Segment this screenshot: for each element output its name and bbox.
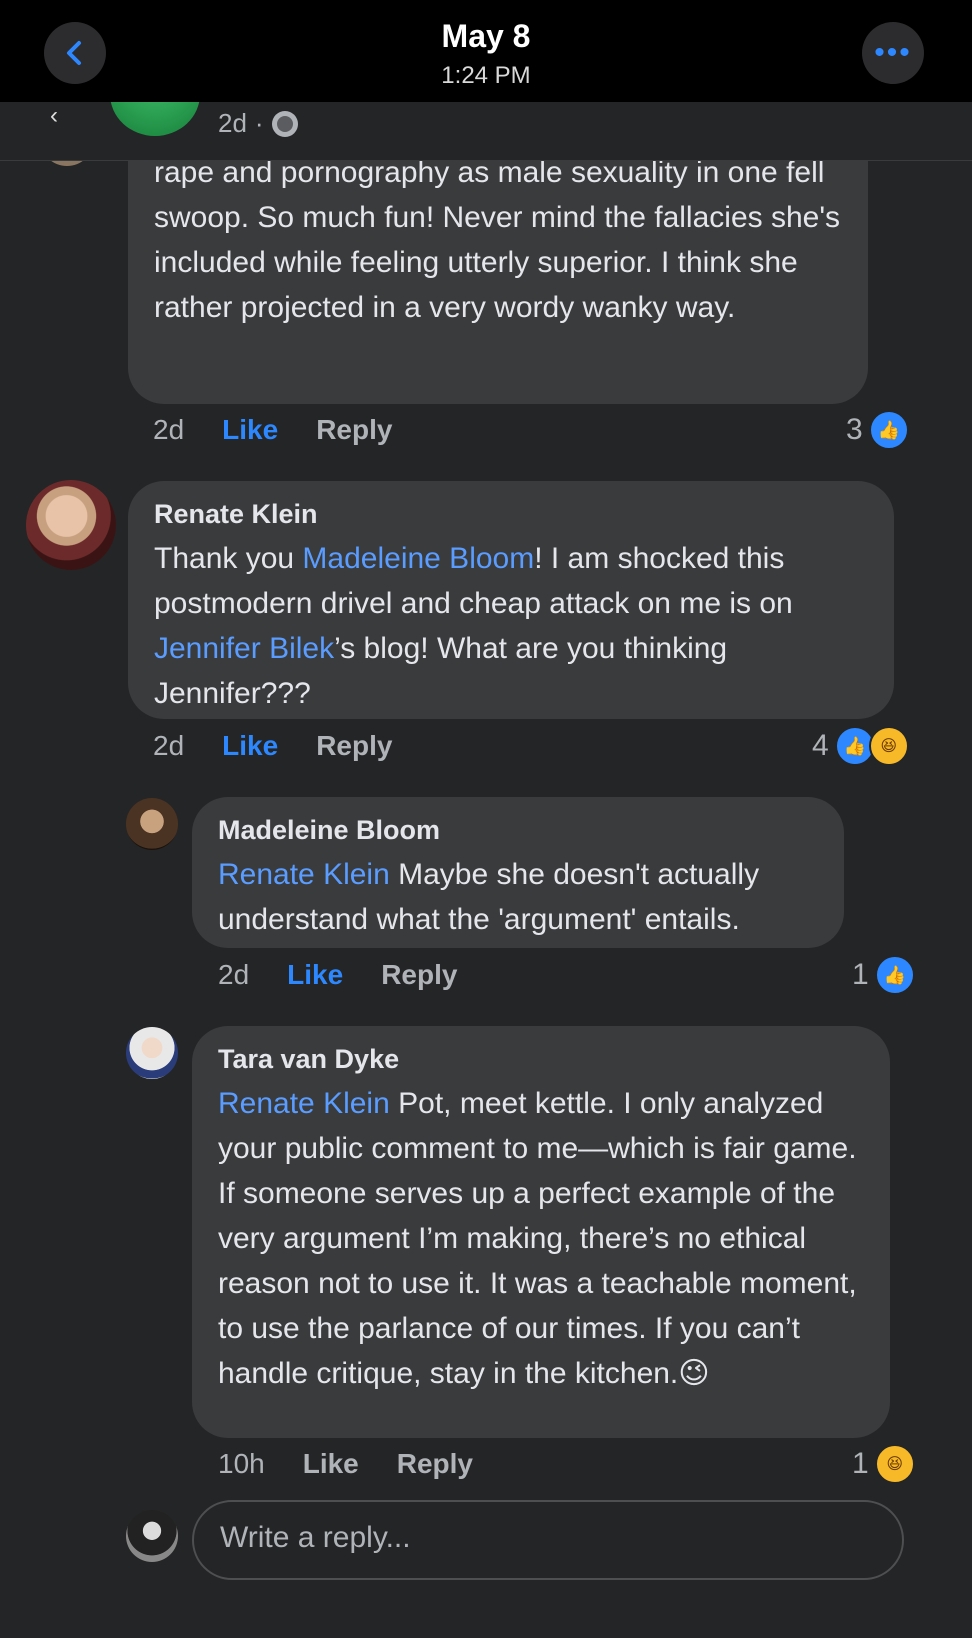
mention-link[interactable]: Renate Klein (218, 1087, 390, 1120)
reaction-summary[interactable]: 1 👍 (852, 955, 915, 995)
wink-emoji: 😉 (678, 1357, 710, 1390)
comment-author[interactable]: Renate Klein (154, 499, 868, 530)
like-button[interactable]: Like (222, 414, 278, 446)
reply-button[interactable]: Reply (397, 1448, 473, 1480)
avatar[interactable] (126, 798, 178, 850)
header-time: 1:24 PM (441, 62, 531, 89)
comment-actions: 2d Like Reply (153, 414, 430, 446)
like-button[interactable]: Like (222, 730, 278, 762)
comment-text: rape and pornography as male sexuality i… (154, 156, 841, 324)
comment-age: 2d (218, 959, 250, 990)
mention-link[interactable]: Renate Klein (218, 858, 390, 891)
avatar[interactable] (126, 1027, 178, 1079)
comment-bubble: Madeleine Bloom Renate Klein Maybe she d… (192, 797, 844, 948)
reaction-summary[interactable]: 4 👍 😆 (812, 726, 909, 766)
post-age: 2d (218, 108, 247, 138)
top-bar: May 8 1:24 PM ••• (0, 0, 972, 102)
thumbs-up-icon: 👍 (874, 955, 915, 995)
comment-actions: 10h Like Reply (218, 1448, 511, 1480)
more-options-button[interactable]: ••• (862, 22, 924, 84)
globe-icon (271, 110, 298, 137)
like-button[interactable]: Like (303, 1448, 359, 1480)
haha-icon: 😆 (874, 1444, 915, 1484)
comment-author[interactable]: Tara van Dyke (218, 1044, 864, 1075)
post-meta: 2d · (218, 108, 298, 139)
comment-text: Pot, meet kettle. I only analyzed your p… (218, 1087, 857, 1390)
mention-link[interactable]: Madeleine Bloom (302, 542, 534, 575)
comment-author[interactable]: Madeleine Bloom (218, 815, 818, 846)
reply-button[interactable]: Reply (316, 414, 392, 446)
comment-age: 10h (218, 1448, 265, 1479)
current-user-avatar (126, 1510, 178, 1562)
thumbs-up-icon: 👍 (868, 410, 909, 450)
meta-separator: · (254, 108, 264, 138)
page-avatar[interactable] (110, 102, 200, 136)
reaction-count: 3 (846, 413, 863, 446)
post-header: ‹ 2d · (0, 102, 972, 161)
ellipsis-icon: ••• (874, 36, 912, 69)
reaction-count: 1 (852, 1447, 869, 1480)
mention-link[interactable]: Jennifer Bilek (154, 632, 334, 665)
comment-bubble: Tara van Dyke Renate Klein Pot, meet ket… (192, 1026, 890, 1438)
avatar[interactable] (26, 480, 116, 570)
comment-actions: 2d Like Reply (153, 730, 430, 762)
comment-age: 2d (153, 414, 185, 445)
reaction-summary[interactable]: 3 👍 (846, 410, 909, 450)
comment-bubble: Renate Klein Thank you Madeleine Bloom! … (128, 481, 894, 719)
reply-composer[interactable] (192, 1500, 904, 1580)
comment-actions: 2d Like Reply (218, 959, 495, 991)
chevron-icon[interactable]: ‹ (50, 102, 58, 130)
haha-icon: 😆 (868, 726, 909, 766)
reply-input[interactable] (218, 1520, 862, 1556)
reaction-count: 1 (852, 958, 869, 991)
comment-text-prefix: Thank you (154, 542, 303, 575)
comment-age: 2d (153, 730, 185, 761)
reaction-summary[interactable]: 1 😆 (852, 1444, 915, 1484)
reaction-count: 4 (812, 729, 829, 762)
header-date: May 8 (441, 18, 531, 54)
reply-button[interactable]: Reply (316, 730, 392, 762)
like-button[interactable]: Like (287, 959, 343, 991)
reply-button[interactable]: Reply (381, 959, 457, 991)
